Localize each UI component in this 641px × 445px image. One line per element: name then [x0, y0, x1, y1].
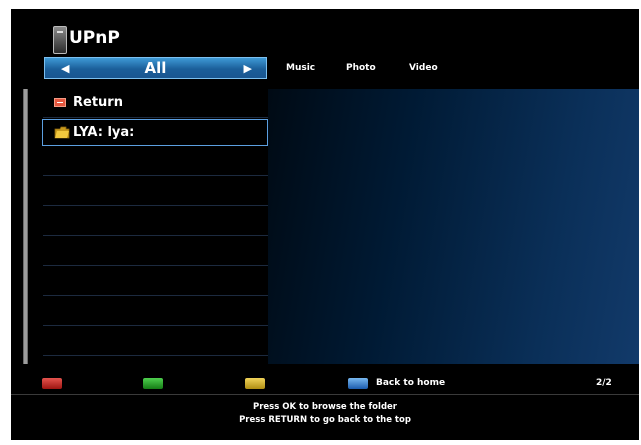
scrollbar[interactable]: [23, 89, 28, 364]
green-key-icon[interactable]: [143, 378, 163, 389]
red-key-icon[interactable]: [42, 378, 62, 389]
list-item-label: Return: [73, 95, 123, 110]
media-browser-screen: UPnP ◀ All ▶ Music Photo Video Return LY…: [11, 9, 639, 440]
page-title: UPnP: [69, 28, 120, 48]
tab-video[interactable]: Video: [409, 63, 438, 73]
list-item-return[interactable]: Return: [43, 89, 268, 118]
media-device-icon: [53, 26, 67, 54]
scrollbar-thumb[interactable]: [24, 89, 27, 364]
list-item-empty: [43, 207, 268, 236]
list-item-empty: [43, 327, 268, 356]
back-to-home-label[interactable]: Back to home: [376, 378, 445, 388]
list-item-folder[interactable]: LYA: lya:: [42, 119, 268, 146]
list-item-empty: [43, 147, 268, 176]
list-item-empty: [43, 177, 268, 206]
category-label: All: [144, 59, 167, 77]
color-key-bar: Back to home 2/2: [11, 372, 639, 395]
folder-icon: [54, 126, 70, 139]
list-item-empty: [43, 297, 268, 326]
list-item-empty: [43, 267, 268, 296]
blue-key-icon[interactable]: [348, 378, 368, 389]
help-text-ok: Press OK to browse the folder: [253, 402, 397, 412]
chevron-right-icon[interactable]: ▶: [244, 62, 252, 75]
yellow-key-icon[interactable]: [245, 378, 265, 389]
tab-music[interactable]: Music: [286, 63, 315, 73]
list-item-empty: [43, 237, 268, 266]
preview-panel: [268, 89, 639, 364]
return-icon: [54, 98, 66, 107]
tab-photo[interactable]: Photo: [346, 63, 376, 73]
category-selector[interactable]: ◀ All ▶: [44, 57, 267, 79]
page-indicator: 2/2: [596, 378, 612, 388]
list-item-label: LYA: lya:: [73, 125, 135, 140]
help-text-return: Press RETURN to go back to the top: [239, 415, 411, 425]
file-list: Return LYA: lya:: [23, 89, 268, 364]
